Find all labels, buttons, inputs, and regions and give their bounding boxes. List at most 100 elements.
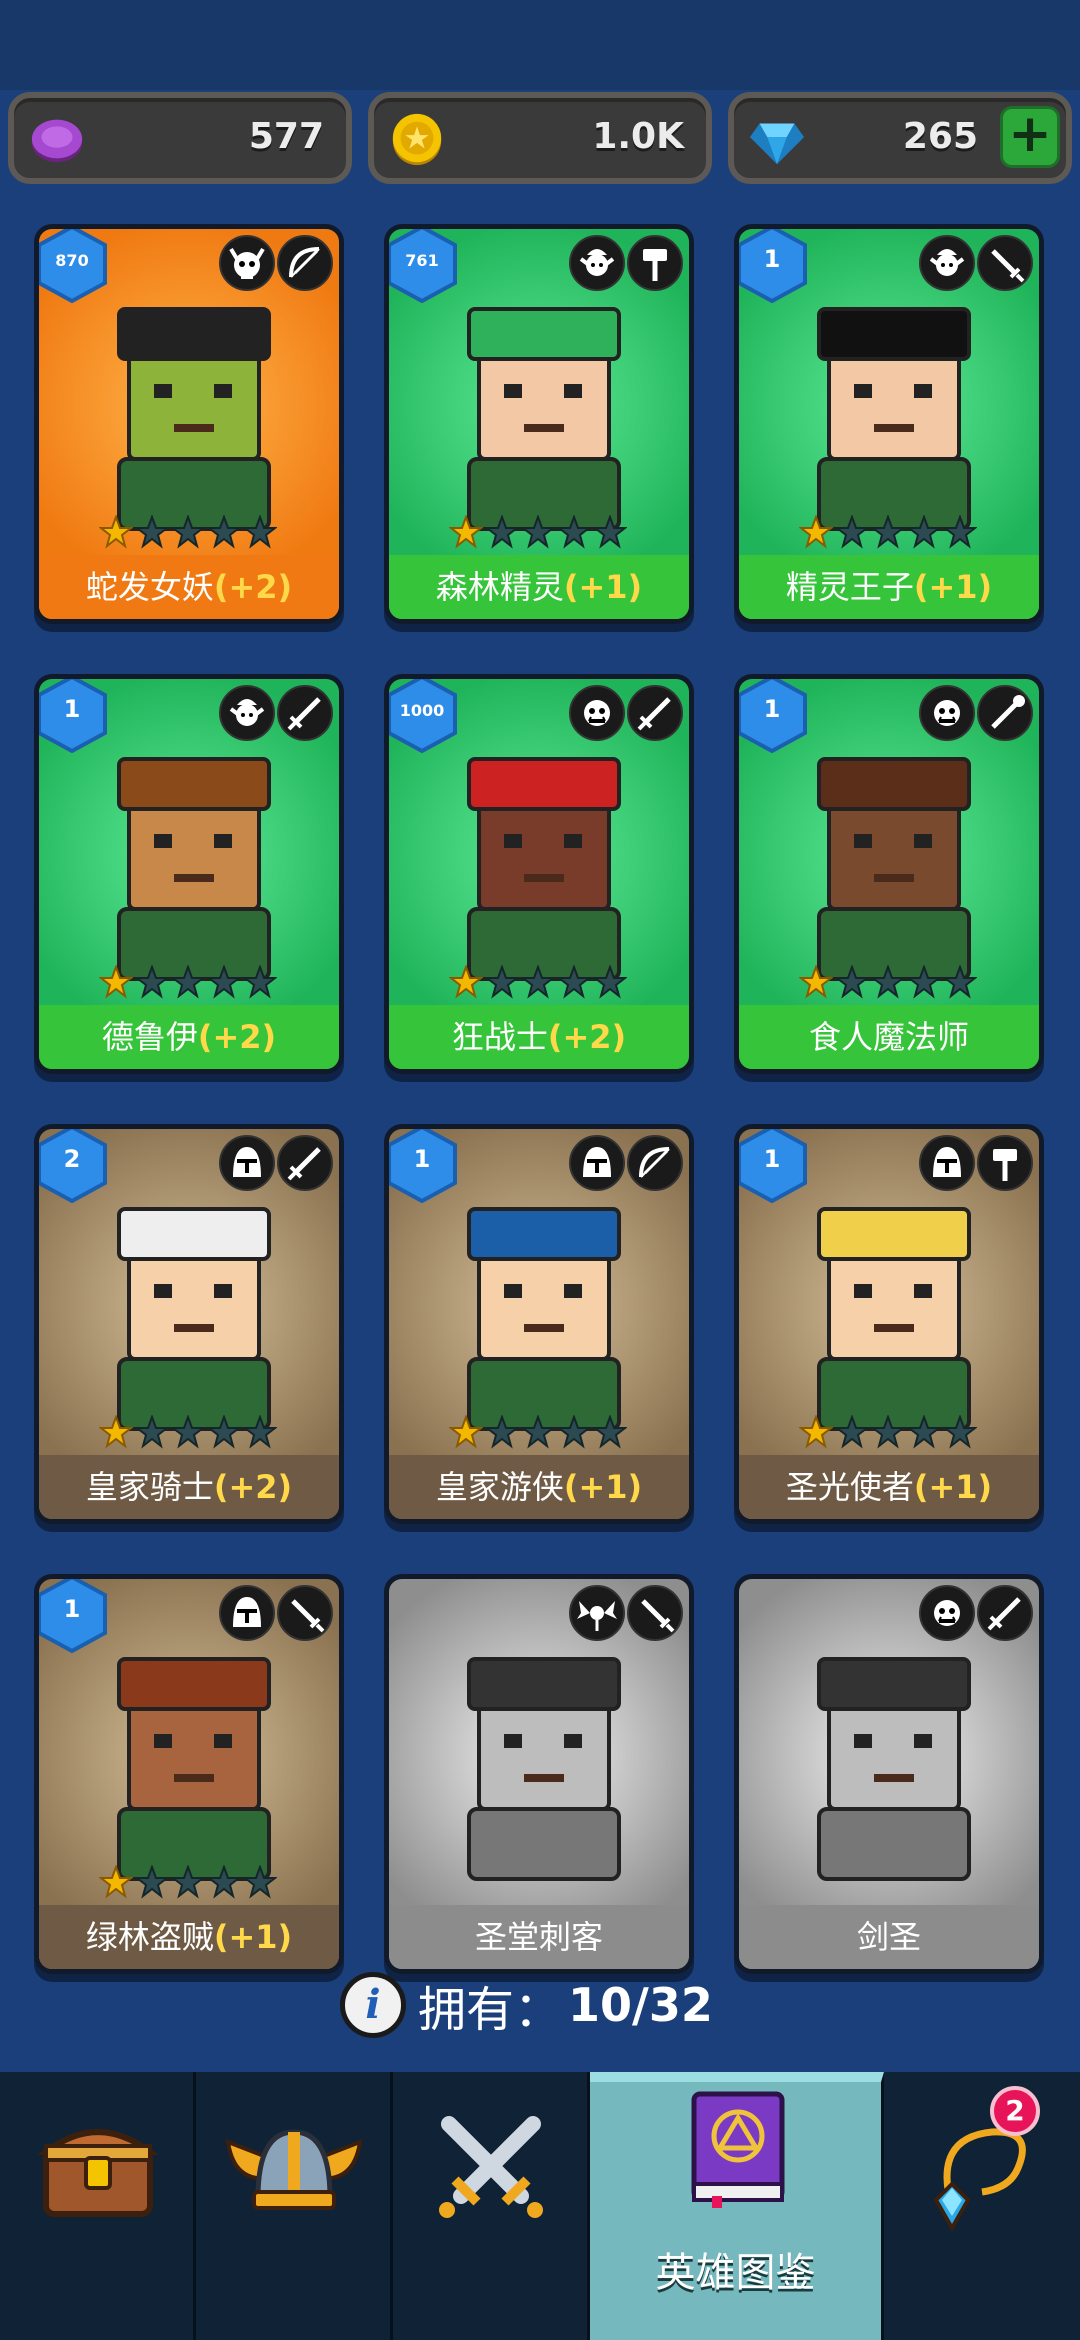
level-badge: 1 [739, 229, 809, 304]
star-icon [243, 515, 277, 549]
sword-icon [987, 1597, 1021, 1631]
star-icon [171, 1865, 205, 1899]
level-badge: 1 [389, 1129, 459, 1204]
star-icon [799, 1415, 833, 1449]
star-icon [485, 965, 519, 999]
star-icon [207, 515, 241, 549]
hammer-icon [993, 1149, 1017, 1181]
star-icon [135, 1865, 169, 1899]
gem-icon [749, 123, 805, 165]
hero-name: 狂战士 [451, 1018, 548, 1056]
class-icon-badge [627, 235, 683, 291]
hero-bonus: (+1) [913, 1468, 993, 1506]
class-icon-badge [977, 235, 1033, 291]
star-icon [449, 1415, 483, 1449]
hero-portrait [467, 1657, 621, 1881]
star-icon [485, 515, 519, 549]
hero-card[interactable]: 2 皇家骑士(+2) [34, 1124, 344, 1524]
level-value: 1 [413, 1145, 431, 1173]
sword-icon [637, 697, 671, 731]
class-icon-badge [977, 1585, 1033, 1641]
hero-name: 精灵王子 [785, 568, 914, 606]
gold-coin-value: 1.0K [592, 116, 684, 157]
hero-card[interactable]: 1 圣光使者(+1) [734, 1124, 1044, 1524]
hero-card[interactable]: 1 德鲁伊(+2) [34, 674, 344, 1074]
star-icon [799, 515, 833, 549]
purple-token-value: 577 [248, 116, 324, 157]
hammer-icon [643, 249, 667, 281]
nav-heroes[interactable] [196, 2072, 393, 2340]
level-badge: 1 [39, 1579, 109, 1654]
nav-equipment[interactable]: 2 [884, 2072, 1080, 2340]
add-gems-button[interactable]: + [1000, 106, 1060, 168]
star-icon [871, 965, 905, 999]
owned-label: 拥有： [418, 1982, 563, 2038]
class-icon-badge [627, 685, 683, 741]
race-icon-badge [219, 685, 275, 741]
race-icon-badge [919, 1585, 975, 1641]
class-icon-badge [977, 685, 1033, 741]
hero-card[interactable]: 870 蛇发女妖(+2) [34, 224, 344, 624]
hero-card[interactable]: 1000 狂战士(+2) [384, 674, 694, 1074]
race-icon-badge [569, 685, 625, 741]
level-badge: 1000 [389, 679, 459, 754]
nav-hero-codex[interactable]: 英雄图鉴 [590, 2072, 884, 2340]
hero-portrait [467, 307, 621, 531]
hero-name: 绿林盗贼 [85, 1918, 214, 1956]
class-icon-badge [977, 1135, 1033, 1191]
nav-chest[interactable] [0, 2072, 196, 2340]
hero-name-bar: 圣堂刺客 [389, 1905, 689, 1969]
hero-card[interactable]: 剑圣 [734, 1574, 1044, 1974]
purple-token-icon [31, 119, 83, 163]
hero-card[interactable]: 1 皇家游侠(+1) [384, 1124, 694, 1524]
hero-bonus: (+1) [913, 568, 993, 606]
hero-bonus: (+2) [213, 568, 293, 606]
hero-card[interactable]: 圣堂刺客 [384, 1574, 694, 1974]
hero-card[interactable]: 1 绿林盗贼(+1) [34, 1574, 344, 1974]
star-rating [449, 515, 627, 549]
race-icon-badge [569, 235, 625, 291]
class-icon-badge [627, 1135, 683, 1191]
level-badge: 761 [389, 229, 459, 304]
hero-portrait [817, 757, 971, 981]
star-icon [521, 965, 555, 999]
hero-card[interactable]: 1 食人魔法师 [734, 674, 1044, 1074]
hero-portrait [117, 1207, 271, 1431]
star-icon [485, 1415, 519, 1449]
star-icon [835, 965, 869, 999]
staff-icon [991, 695, 1025, 729]
star-icon [135, 515, 169, 549]
hero-card[interactable]: 761 森林精灵(+1) [384, 224, 694, 624]
level-badge: 870 [39, 229, 109, 304]
gem-counter: 265 + [728, 92, 1072, 184]
hero-name: 皇家骑士 [85, 1468, 214, 1506]
hero-name-bar: 皇家骑士(+2) [39, 1455, 339, 1519]
demon-skull-icon [229, 247, 265, 279]
race-icon-badge [919, 1135, 975, 1191]
level-value: 1 [63, 695, 81, 723]
star-icon [943, 1415, 977, 1449]
star-icon [135, 965, 169, 999]
nav-battle[interactable] [393, 2072, 590, 2340]
owned-counter: i 拥有： 10/32 [340, 1970, 713, 2040]
race-icon-badge [219, 1585, 275, 1641]
hero-name: 蛇发女妖 [85, 568, 214, 606]
level-value: 1 [763, 1145, 781, 1173]
hero-card[interactable]: 1 精灵王子(+1) [734, 224, 1044, 624]
hero-bonus: (+1) [213, 1918, 293, 1956]
sword-icon [287, 1147, 321, 1181]
gem-value: 265 [902, 116, 978, 157]
level-badge: 2 [39, 1129, 109, 1204]
purple-token-counter: 577 [8, 92, 352, 184]
hero-name: 皇家游侠 [435, 1468, 564, 1506]
info-icon[interactable]: i [340, 1972, 406, 2038]
star-icon [99, 515, 133, 549]
elf-icon [229, 699, 265, 726]
hero-name-bar: 德鲁伊(+2) [39, 1005, 339, 1069]
hero-portrait [817, 1207, 971, 1431]
hero-name-bar: 剑圣 [739, 1905, 1039, 1969]
gold-coin-icon [392, 113, 442, 166]
level-value: 870 [55, 251, 89, 270]
hero-name-bar: 皇家游侠(+1) [389, 1455, 689, 1519]
orc-icon [934, 700, 960, 726]
